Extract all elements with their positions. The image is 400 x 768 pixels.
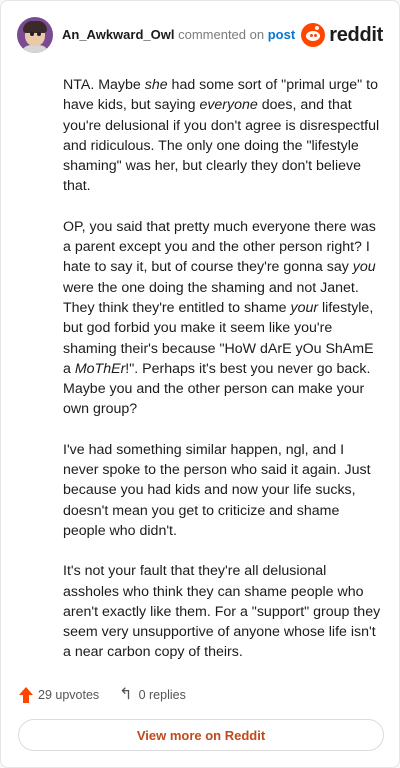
comment-emphasis: MoThEr: [74, 360, 126, 377]
comment-text: OP, you said that pretty much everyone t…: [63, 218, 376, 276]
comment-meta: An_Awkward_Owl commented on post: [62, 27, 295, 43]
comment-card: An_Awkward_Owl commented on post reddit …: [0, 0, 400, 768]
reply-arrow-icon: ↰: [119, 686, 133, 703]
comment-footer: 29 upvotes ↰ 0 replies: [19, 684, 186, 706]
reddit-wordmark: reddit: [329, 23, 383, 46]
comment-body: NTA. Maybe she had some sort of "primal …: [63, 75, 381, 683]
comment-text: NTA. Maybe: [63, 77, 145, 93]
comment-paragraph: It's not your fault that they're all del…: [63, 561, 381, 662]
view-more-button[interactable]: View more on Reddit: [18, 719, 384, 751]
comment-emphasis: everyone: [199, 97, 258, 114]
comment-header: An_Awkward_Owl commented on post reddit: [17, 15, 383, 55]
upvote-count: 29 upvotes: [38, 688, 100, 702]
comment-emphasis: she: [144, 77, 168, 93]
comment-text: It's not your fault that they're all del…: [63, 563, 381, 661]
commented-on-text: commented on: [178, 27, 265, 42]
replies-button[interactable]: ↰ 0 replies: [119, 687, 186, 703]
replies-count: 0 replies: [138, 688, 186, 702]
avatar[interactable]: [17, 17, 53, 53]
reddit-snoo-icon: [301, 23, 326, 47]
comment-text: I've had something similar happen, ngl, …: [63, 441, 371, 539]
reddit-logo[interactable]: reddit: [301, 23, 383, 47]
upvote-arrow-icon: [19, 687, 33, 703]
username-link[interactable]: An_Awkward_Owl: [62, 27, 174, 42]
comment-paragraph: OP, you said that pretty much everyone t…: [63, 217, 381, 420]
comment-paragraph: NTA. Maybe she had some sort of "primal …: [63, 75, 381, 197]
comment-emphasis: you: [352, 259, 376, 276]
upvote-button[interactable]: 29 upvotes: [19, 687, 99, 703]
comment-paragraph: I've had something similar happen, ngl, …: [63, 440, 381, 541]
comment-emphasis: your: [290, 299, 319, 316]
post-link[interactable]: post: [268, 27, 295, 42]
